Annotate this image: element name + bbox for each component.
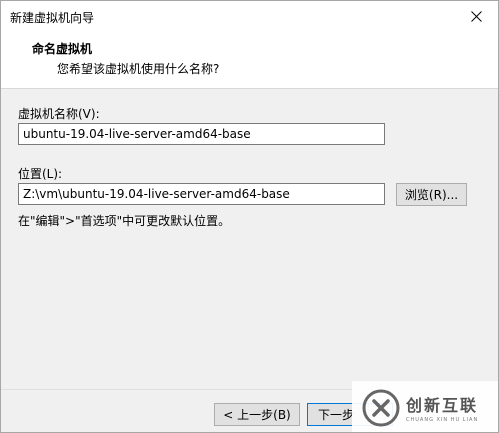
brand-watermark: 创新互联 CHUANG XIN HU LIAN — [352, 381, 498, 432]
browse-button[interactable]: 浏览(R)... — [396, 183, 467, 206]
location-label: 位置(L): — [18, 167, 63, 181]
vm-name-label: 虚拟机名称(V): — [18, 107, 100, 121]
default-location-hint: 在"编辑">"首选项"中可更改默认位置。 — [18, 214, 231, 228]
brand-name-en: CHUANG XIN HU LIAN — [406, 417, 479, 423]
next-button-label: 下一步 — [318, 408, 355, 422]
title-bar: 新建虚拟机向导 — [1, 1, 498, 32]
window-title: 新建虚拟机向导 — [10, 11, 95, 25]
wizard-window: 新建虚拟机向导 命名虚拟机 您希望该虚拟机使用什么名称? 虚拟机名称(V): 位… — [0, 0, 499, 433]
brand-logo-icon — [362, 389, 400, 426]
back-button-label: < 上一步(B) — [223, 408, 291, 422]
vm-name-input[interactable] — [18, 123, 385, 145]
close-icon — [470, 11, 482, 22]
wizard-header: 命名虚拟机 您希望该虚拟机使用什么名称? — [1, 32, 498, 89]
close-button[interactable] — [454, 1, 498, 32]
page-title: 命名虚拟机 — [32, 42, 93, 56]
brand-name-cn: 创新互联 — [406, 396, 479, 415]
back-button[interactable]: < 上一步(B) — [214, 403, 300, 426]
browse-button-label: 浏览(R)... — [404, 188, 459, 202]
page-subtitle: 您希望该虚拟机使用什么名称? — [57, 62, 220, 76]
location-input[interactable] — [18, 183, 385, 205]
